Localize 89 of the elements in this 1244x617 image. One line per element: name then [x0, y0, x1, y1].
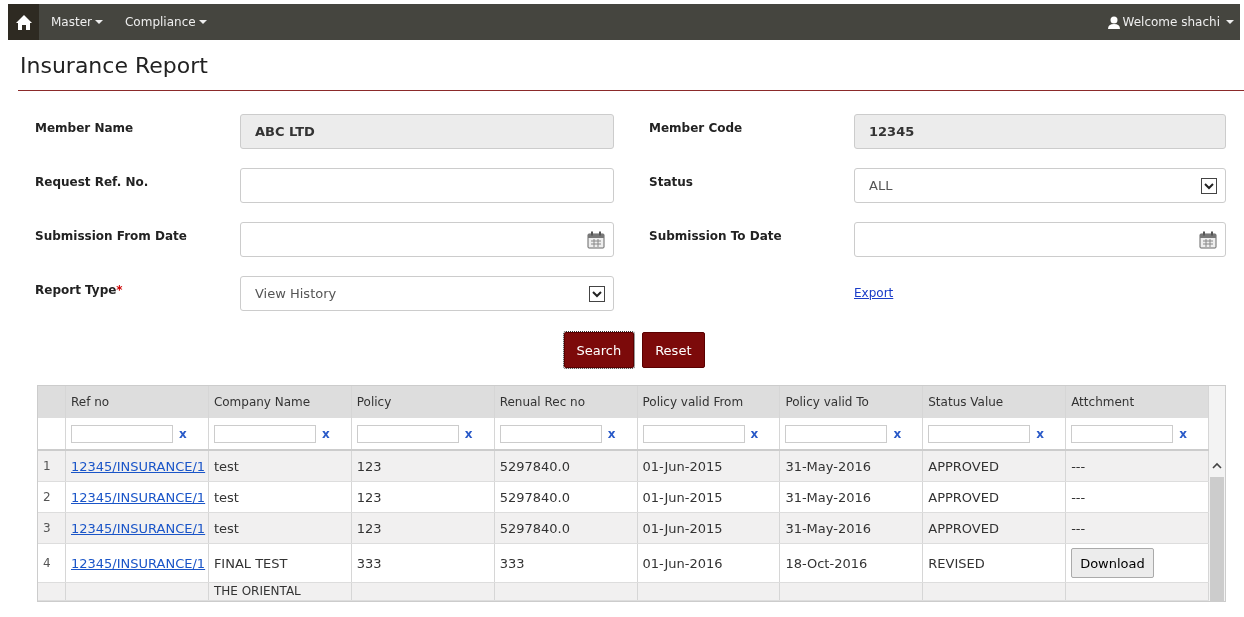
table-cell: 123	[356, 458, 382, 474]
column-header[interactable]: Company Name	[208, 386, 352, 418]
download-button[interactable]: Download	[1071, 548, 1154, 578]
home-button[interactable]	[8, 4, 39, 40]
scroll-up-icon	[1212, 462, 1222, 469]
table-cell: ---	[1071, 458, 1086, 474]
dropdown-icon	[589, 285, 605, 302]
table-cell: 5297840.0	[499, 520, 570, 536]
clear-filter-button[interactable]: x	[893, 426, 902, 441]
clear-filter-button[interactable]: x	[321, 426, 330, 441]
menu-dropdown[interactable]: Master	[51, 15, 103, 29]
filter-field[interactable]	[356, 424, 459, 443]
filter-field[interactable]	[642, 424, 745, 443]
menu-dropdown[interactable]: Compliance	[125, 15, 207, 29]
column-header[interactable]: Renual Rec no	[494, 386, 637, 418]
dropdown-icon	[1201, 177, 1217, 194]
filter-field[interactable]	[213, 424, 316, 443]
table-cell: ---	[1071, 489, 1086, 505]
table-cell: APPROVED	[928, 520, 999, 536]
filter-field[interactable]	[71, 424, 173, 443]
field-label: Status	[649, 174, 694, 191]
row-number: 3	[43, 521, 51, 535]
field-label: Submission To Date	[649, 228, 783, 245]
date-field[interactable]	[854, 222, 1226, 257]
row-number: 2	[43, 490, 51, 504]
table-cell: ---	[1071, 520, 1086, 536]
ref-link[interactable]: 12345/INSURANCE/1	[71, 555, 206, 571]
filter-field[interactable]	[1071, 424, 1174, 443]
column-header[interactable]: Policy	[351, 386, 495, 418]
table-cell: test	[213, 489, 239, 505]
table-cell: 333	[356, 555, 382, 571]
select-field[interactable]: ALL	[854, 168, 1226, 203]
table-cell: 01-Jun-2015	[642, 489, 723, 505]
column-header[interactable]: Policy valid From	[637, 386, 780, 418]
table-cell: 31-May-2016	[785, 458, 872, 474]
form-button[interactable]: Reset	[642, 332, 705, 368]
table-cell: 123	[356, 489, 382, 505]
form-button[interactable]: Search	[563, 332, 635, 368]
table-cell: FINAL TEST	[213, 555, 288, 571]
ref-link[interactable]: 12345/INSURANCE/1	[71, 489, 206, 505]
calendar-icon	[587, 230, 605, 249]
table-cell: 18-Oct-2016	[785, 555, 868, 571]
column-header[interactable]: Ref no	[65, 386, 209, 418]
page-title: Insurance Report	[19, 52, 209, 80]
table-cell: test	[213, 520, 239, 536]
field-label: Member Name	[35, 120, 135, 137]
clear-filter-button[interactable]: x	[750, 426, 759, 441]
export-link[interactable]: Export	[854, 276, 894, 302]
table-cell: 01-Jun-2015	[642, 458, 723, 474]
table-cell: THE ORIENTAL	[213, 584, 301, 598]
calendar-icon	[1199, 230, 1217, 249]
column-header[interactable]: Policy valid To	[779, 386, 923, 418]
readonly-field[interactable]: 12345	[854, 114, 1226, 149]
date-field[interactable]	[240, 222, 614, 257]
filter-field[interactable]	[928, 424, 1031, 443]
field-label: Report Type*	[35, 282, 124, 299]
table-cell: 5297840.0	[499, 489, 570, 505]
home-icon	[15, 14, 32, 30]
table-cell: 31-May-2016	[785, 520, 872, 536]
table-cell: 31-May-2016	[785, 489, 872, 505]
user-icon	[1107, 15, 1120, 29]
clear-filter-button[interactable]: x	[607, 426, 616, 441]
row-number: 1	[43, 459, 51, 473]
clear-filter-button[interactable]: x	[464, 426, 473, 441]
user-menu[interactable]: Welcome shachi	[1107, 15, 1234, 29]
column-header[interactable]: Attchment	[1065, 386, 1209, 418]
clear-filter-button[interactable]: x	[179, 426, 187, 441]
clear-filter-button[interactable]: x	[1036, 426, 1044, 441]
scrollbar[interactable]	[1209, 386, 1225, 601]
input-field[interactable]	[240, 168, 614, 203]
readonly-field[interactable]: ABC LTD	[240, 114, 614, 149]
filter-field[interactable]	[499, 424, 602, 443]
filter-field[interactable]	[785, 424, 888, 443]
table-cell: REVISED	[928, 555, 985, 571]
field-label: Member Code	[649, 120, 744, 137]
table-cell: APPROVED	[928, 489, 999, 505]
column-header[interactable]: Status Value	[922, 386, 1066, 418]
table-cell: 123	[356, 520, 382, 536]
field-label: Submission From Date	[35, 228, 188, 245]
row-number: 4	[43, 556, 51, 570]
field-label: Request Ref. No.	[35, 174, 150, 191]
select-field[interactable]: View History	[240, 276, 614, 311]
table-cell: 01-Jun-2016	[642, 555, 723, 571]
table-cell: 333	[499, 555, 525, 571]
table-cell: 5297840.0	[499, 458, 570, 474]
table-cell: 01-Jun-2015	[642, 520, 723, 536]
clear-filter-button[interactable]: x	[1179, 426, 1187, 441]
table-cell: APPROVED	[928, 458, 999, 474]
table-cell: test	[213, 458, 239, 474]
